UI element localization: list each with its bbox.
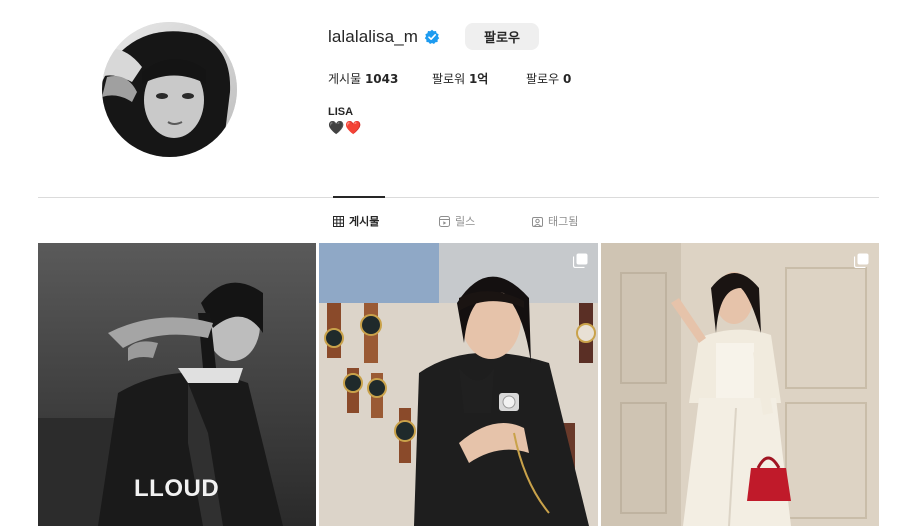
posts-stat: 게시물 1043 — [328, 70, 398, 87]
username: lalalalisa_m — [328, 27, 419, 46]
tagged-icon — [532, 216, 543, 227]
grid-icon — [333, 215, 344, 227]
verified-badge-icon — [424, 29, 440, 45]
username-row: lalalalisa_m — [328, 23, 440, 51]
reels-icon — [439, 215, 450, 227]
posts-label: 게시물 — [328, 72, 362, 86]
post-watermark: LLOUD — [134, 475, 220, 502]
tab-tagged-label: 태그됨 — [548, 215, 579, 228]
followers-label: 팔로워 — [432, 72, 466, 86]
post-thumbnail[interactable] — [601, 243, 879, 526]
tab-reels[interactable]: 릴스 — [439, 213, 475, 229]
following-stat[interactable]: 팔로우 0 — [526, 70, 571, 87]
bio-name: LISA — [328, 106, 354, 118]
posts-grid: LLOUD — [38, 243, 879, 526]
tab-posts[interactable]: 게시물 — [333, 213, 379, 229]
posts-count: 1043 — [364, 72, 399, 86]
post-thumbnail[interactable]: LLOUD — [38, 243, 316, 526]
post-thumbnail[interactable] — [319, 243, 598, 526]
followers-count: 1억 — [468, 72, 489, 86]
active-tab-indicator — [333, 196, 385, 198]
following-count: 0 — [562, 72, 572, 86]
follow-button[interactable]: 팔로우 — [465, 23, 539, 50]
following-label: 팔로우 — [526, 72, 560, 86]
profile-tabs: 게시물 릴스 태그됨 — [0, 213, 897, 231]
bio-text: 🖤❤️ — [328, 120, 363, 135]
multiple-posts-icon — [854, 253, 869, 268]
tabs-divider — [38, 197, 879, 198]
multiple-posts-icon — [573, 253, 588, 268]
tab-reels-label: 릴스 — [455, 215, 476, 228]
tab-posts-label: 게시물 — [349, 215, 380, 228]
followers-stat[interactable]: 팔로워 1억 — [432, 70, 488, 87]
tab-tagged[interactable]: 태그됨 — [532, 213, 578, 229]
profile-avatar[interactable] — [102, 22, 237, 157]
